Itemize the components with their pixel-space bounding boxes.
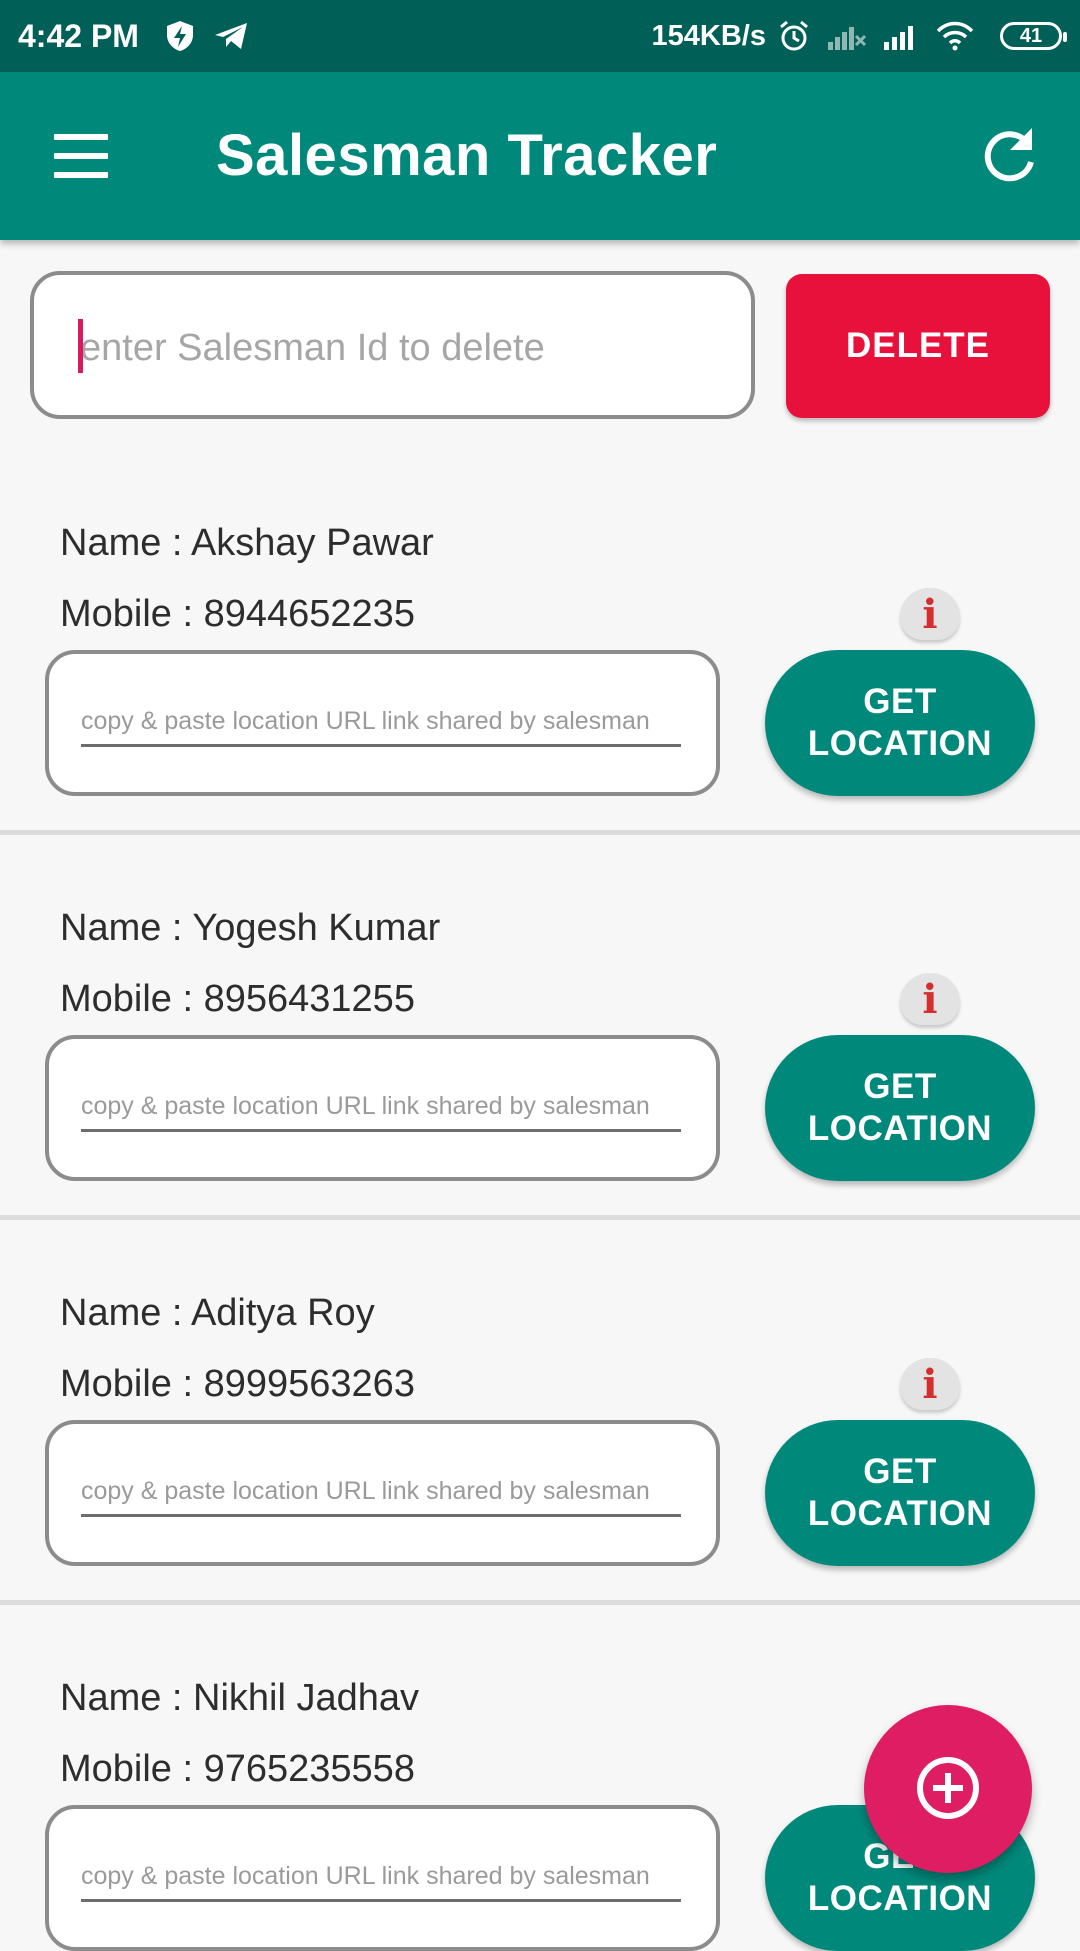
app-title: Salesman Tracker	[216, 123, 718, 188]
wifi-icon	[936, 21, 974, 51]
info-icon[interactable]: i	[900, 1358, 960, 1410]
salesman-card: Name : Aditya Roy Mobile : 8999563263 i …	[0, 1260, 1080, 1645]
salesman-id-input[interactable]	[78, 317, 702, 379]
card-divider	[0, 830, 1080, 835]
signal-no-service-icon	[828, 22, 866, 50]
salesman-card: Name : Akshay Pawar Mobile : 8944652235 …	[0, 490, 1080, 875]
info-icon[interactable]: i	[900, 973, 960, 1025]
salesman-mobile: Mobile : 8944652235	[60, 593, 415, 635]
network-speed: 154KB/s	[651, 19, 766, 52]
get-location-button[interactable]: GET LOCATION	[765, 1420, 1035, 1566]
salesman-mobile: Mobile : 9765235558	[60, 1748, 415, 1790]
get-location-label-line2: LOCATION	[807, 1879, 993, 1918]
location-url-box	[45, 1420, 720, 1566]
text-cursor	[78, 319, 83, 373]
location-url-input[interactable]	[81, 698, 681, 747]
refresh-icon[interactable]	[976, 122, 1042, 188]
salesman-mobile: Mobile : 8999563263	[60, 1363, 415, 1405]
location-url-box	[45, 1035, 720, 1181]
location-url-input[interactable]	[81, 1468, 681, 1517]
card-divider	[0, 1600, 1080, 1605]
get-location-button[interactable]: GET LOCATION	[765, 1035, 1035, 1181]
add-salesman-fab[interactable]	[864, 1705, 1032, 1873]
salesman-card: Name : Yogesh Kumar Mobile : 8956431255 …	[0, 875, 1080, 1260]
salesman-name: Name : Akshay Pawar	[60, 522, 434, 564]
location-url-input[interactable]	[81, 1083, 681, 1132]
salesman-name: Name : Yogesh Kumar	[60, 907, 441, 949]
salesman-mobile: Mobile : 8956431255	[60, 978, 415, 1020]
telegram-icon	[213, 21, 249, 51]
get-location-label-line2: LOCATION	[807, 724, 993, 763]
battery-level: 41	[1019, 24, 1043, 47]
salesman-name: Name : Aditya Roy	[60, 1292, 375, 1334]
salesman-name: Name : Nikhil Jadhav	[60, 1677, 420, 1719]
signal-icon	[884, 22, 918, 50]
salesman-id-input-box[interactable]	[30, 271, 755, 419]
get-location-label-line1: GET	[863, 1452, 937, 1491]
app-bar: Salesman Tracker	[0, 72, 1080, 240]
add-circle-icon	[914, 1754, 982, 1825]
status-time: 4:42 PM	[18, 17, 139, 54]
status-bar: 4:42 PM 154KB/s 41	[0, 0, 1080, 72]
get-location-label-line2: LOCATION	[807, 1494, 993, 1533]
hamburger-menu-icon[interactable]	[48, 128, 114, 184]
get-location-label-line1: GET	[863, 1067, 937, 1106]
location-url-box	[45, 650, 720, 796]
get-location-label-line2: LOCATION	[807, 1109, 993, 1148]
shield-bolt-icon	[165, 20, 195, 52]
info-icon[interactable]: i	[900, 588, 960, 640]
get-location-label-line1: GET	[863, 682, 937, 721]
alarm-icon	[778, 20, 810, 52]
location-url-input[interactable]	[81, 1853, 681, 1902]
get-location-button[interactable]: GET LOCATION	[765, 650, 1035, 796]
location-url-box	[45, 1805, 720, 1951]
battery-icon: 41	[1000, 22, 1067, 50]
card-divider	[0, 1215, 1080, 1220]
delete-button[interactable]: DELETE	[786, 274, 1050, 418]
